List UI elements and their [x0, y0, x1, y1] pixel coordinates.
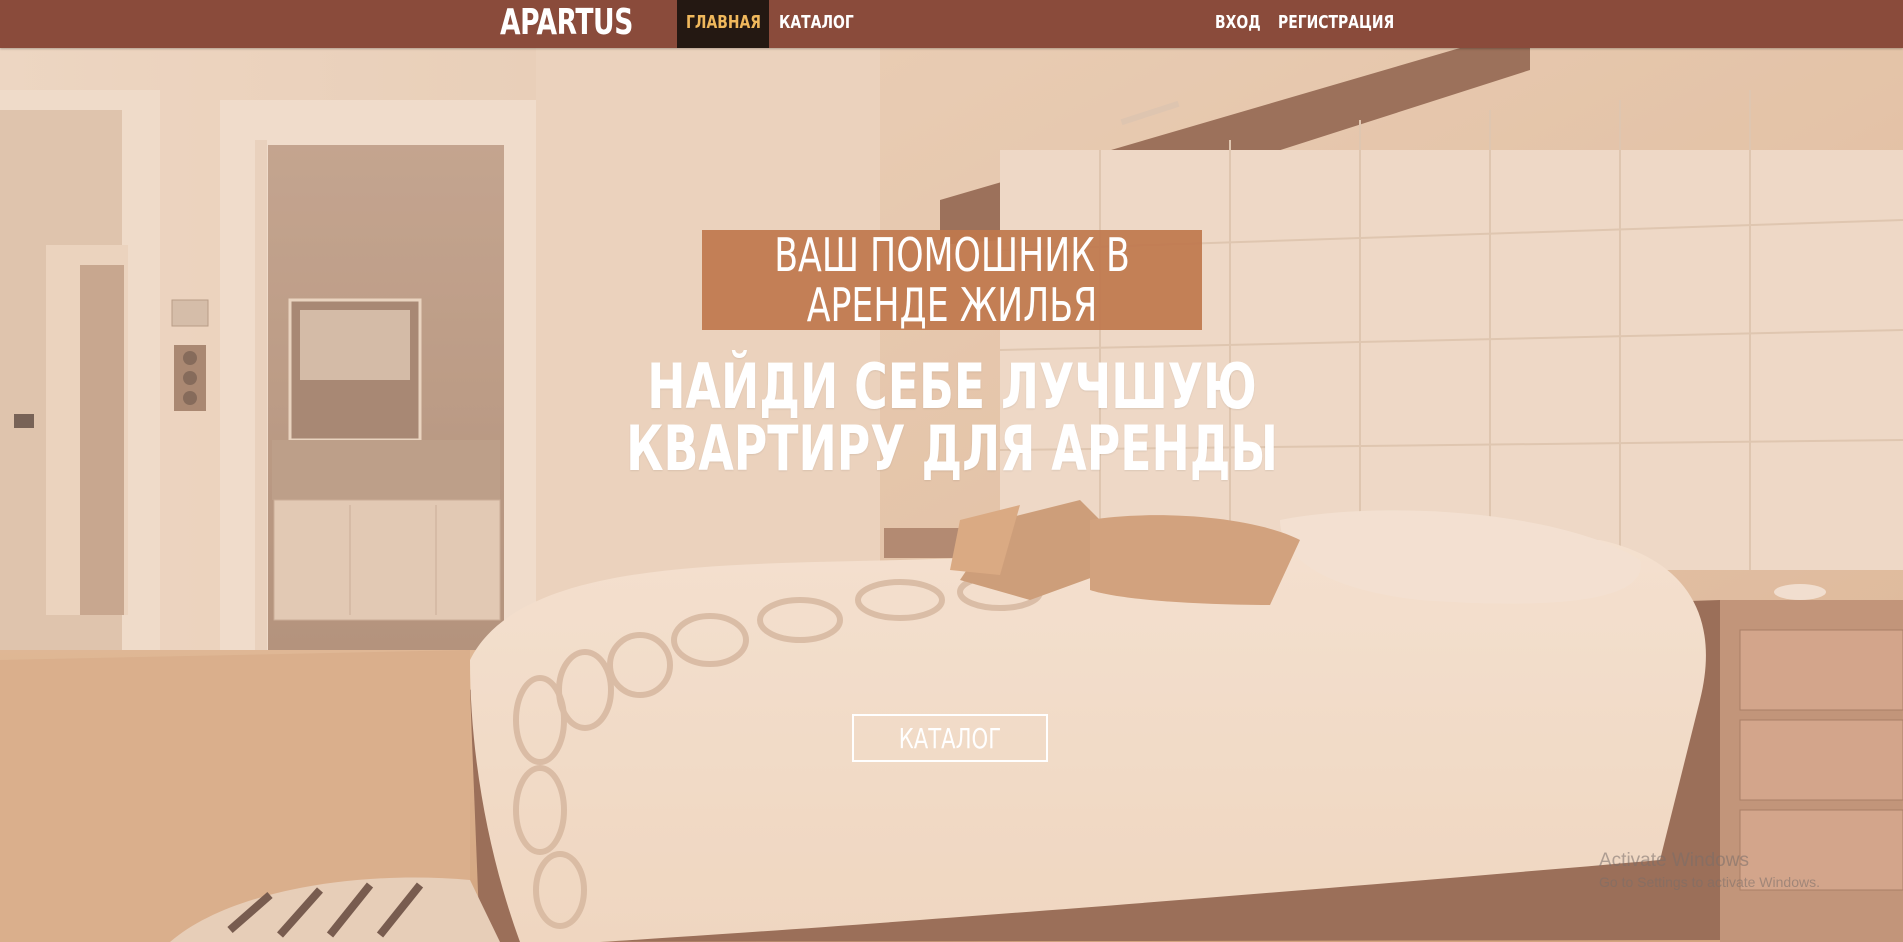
- nav-link-login[interactable]: ВХОД: [1215, 0, 1261, 48]
- hero-headline: НАЙДИ СЕБЕ ЛУЧШУЮ КВАРТИРУ ДЛЯ АРЕНДЫ: [626, 350, 1278, 485]
- catalog-cta-button[interactable]: КАТАЛОГ: [852, 714, 1048, 762]
- watermark-subtitle: Go to Settings to activate Windows.: [1599, 874, 1820, 890]
- windows-activation-watermark: Activate Windows Go to Settings to activ…: [1599, 850, 1820, 892]
- nav-link-home[interactable]: ГЛАВНАЯ: [686, 0, 761, 48]
- hero-tagline: ВАШ ПОМОШНИК В АРЕНДЕ ЖИЛЬЯ: [774, 228, 1130, 332]
- watermark-title: Activate Windows: [1599, 850, 1749, 871]
- nav-link-register[interactable]: РЕГИСТРАЦИЯ: [1278, 0, 1394, 48]
- tagline-banner: ВАШ ПОМОШНИК В АРЕНДЕ ЖИЛЬЯ: [702, 230, 1202, 330]
- top-navbar: APARTUS ГЛАВНАЯ КАТАЛОГ ВХОД РЕГИСТРАЦИЯ: [0, 0, 1903, 48]
- catalog-cta-label: КАТАЛОГ: [898, 721, 1002, 755]
- nav-link-catalog[interactable]: КАТАЛОГ: [779, 0, 854, 48]
- brand-logo[interactable]: APARTUS: [500, 0, 633, 48]
